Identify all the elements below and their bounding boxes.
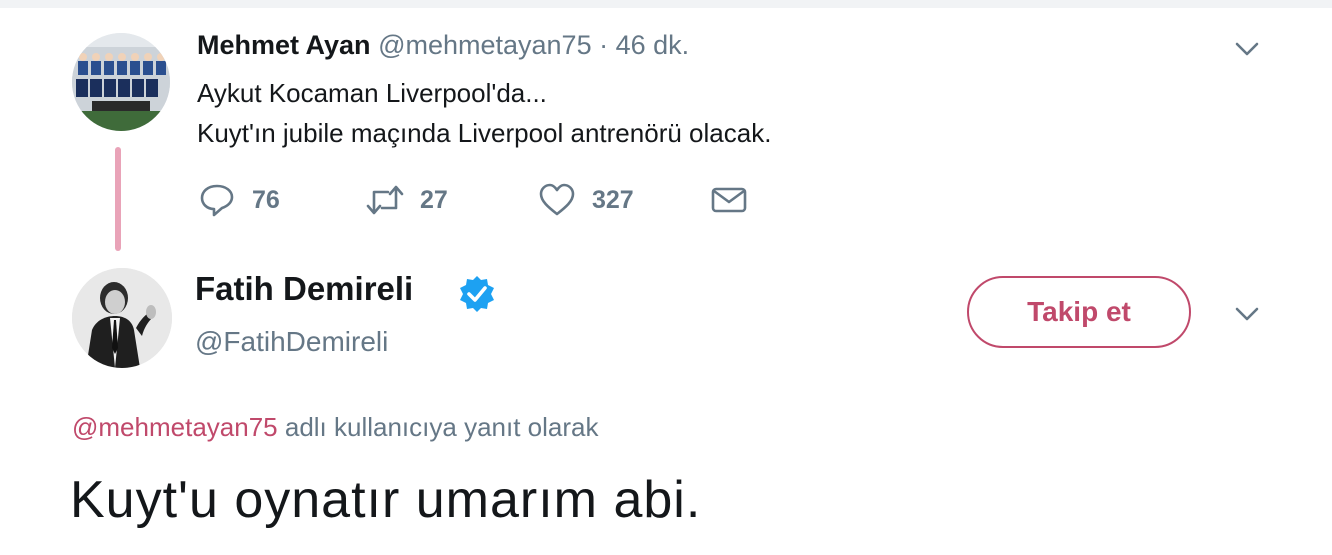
reply-icon <box>198 182 236 218</box>
retweet-action[interactable]: 27 <box>366 180 448 220</box>
reply-to-mention-link[interactable]: @mehmetayan75 <box>72 412 278 442</box>
parent-tweet-time[interactable]: 46 dk. <box>616 30 690 60</box>
direct-message-action[interactable] <box>710 180 748 220</box>
like-icon <box>538 182 576 218</box>
reply-to-label: adlı kullanıcıya yanıt olarak <box>284 412 599 442</box>
fatih-demireli-avatar[interactable] <box>72 268 172 368</box>
chevron-down-icon[interactable] <box>1234 306 1260 322</box>
top-divider <box>0 0 1332 8</box>
reply-context: @mehmetayan75 adlı kullanıcıya yanıt ola… <box>72 412 598 443</box>
parent-tweet-text-line-1: Aykut Kocaman Liverpool'da... <box>197 78 547 108</box>
retweet-icon <box>366 182 404 218</box>
separator-dot: · <box>599 30 609 60</box>
parent-author-handle[interactable]: @mehmetayan75 <box>378 30 592 60</box>
parent-tweet-text-line-2: Kuyt'ın jubile maçında Liverpool antrenö… <box>197 118 772 148</box>
parent-tweet-header: Mehmet Ayan @mehmetayan75 · 46 dk. <box>197 30 689 61</box>
reply-author-name[interactable]: Fatih Demireli <box>195 270 413 308</box>
direct-message-icon <box>710 182 748 218</box>
parent-author-name[interactable]: Mehmet Ayan <box>197 30 371 60</box>
reply-action[interactable]: 76 <box>198 180 280 220</box>
reply-tweet-text: Kuyt'u oynatır umarım abi. <box>70 471 702 529</box>
thread-connector-line <box>115 147 121 251</box>
retweet-count: 27 <box>420 185 448 214</box>
chevron-down-icon[interactable] <box>1234 41 1260 57</box>
like-count: 327 <box>592 185 634 214</box>
mehmet-ayan-avatar[interactable] <box>72 33 170 131</box>
reply-author-handle[interactable]: @FatihDemireli <box>195 326 388 358</box>
verified-badge-icon <box>457 274 497 314</box>
reply-count: 76 <box>252 185 280 214</box>
follow-button[interactable]: Takip et <box>967 276 1191 348</box>
like-action[interactable]: 327 <box>538 180 634 220</box>
